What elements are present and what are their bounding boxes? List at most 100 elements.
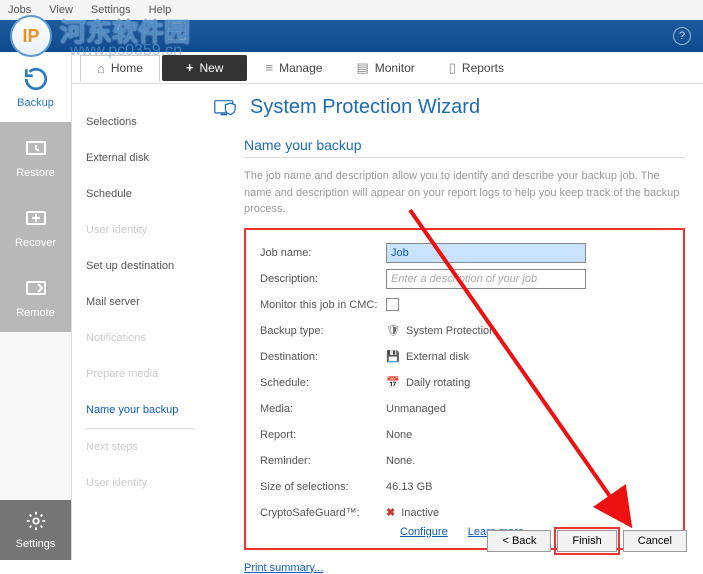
step-user-identity-2: User identity bbox=[86, 465, 202, 501]
media-value: Unmanaged bbox=[386, 403, 446, 415]
tab-new[interactable]: + New bbox=[162, 55, 248, 81]
step-notifications: Notifications bbox=[86, 320, 202, 356]
tab-reports[interactable]: ▯ Reports bbox=[433, 55, 520, 81]
reminder-value: None. bbox=[386, 455, 415, 467]
app-header: ? bbox=[0, 20, 703, 52]
row-report: Report: None bbox=[260, 422, 669, 448]
size-label: Size of selections: bbox=[260, 481, 386, 493]
monitor-label: Monitor this job in CMC: bbox=[260, 299, 386, 311]
top-tabs: ⌂ Home + New ≡ Manage ▤ Monitor ▯ Report… bbox=[72, 52, 703, 84]
tab-manage-label: Manage bbox=[279, 61, 322, 75]
plus-icon: + bbox=[186, 60, 194, 75]
menu-view[interactable]: View bbox=[49, 4, 73, 16]
back-button[interactable]: < Back bbox=[487, 530, 551, 552]
step-next-steps: Next steps bbox=[86, 429, 202, 465]
step-mail-server[interactable]: Mail server bbox=[86, 284, 202, 320]
step-name-backup[interactable]: Name your backup bbox=[86, 392, 194, 429]
description-label: Description: bbox=[260, 273, 386, 285]
summary-box: Job name: Description: Monitor this job … bbox=[244, 228, 685, 550]
schedule-value: Daily rotating bbox=[406, 377, 470, 389]
wizard-title-text: System Protection Wizard bbox=[250, 96, 480, 119]
menu-help[interactable]: Help bbox=[149, 4, 172, 16]
schedule-label: Schedule: bbox=[260, 377, 386, 389]
wizard-content: System Protection Wizard Name your backu… bbox=[202, 84, 703, 560]
row-backuptype: Backup type: 🛡 System Protection bbox=[260, 318, 669, 344]
watermark-logo: IP bbox=[10, 15, 52, 57]
main-area: Selections External disk Schedule User i… bbox=[72, 84, 703, 560]
monitor-checkbox[interactable] bbox=[386, 298, 399, 311]
destination-label: Destination: bbox=[260, 351, 386, 363]
report-label: Report: bbox=[260, 429, 386, 441]
description-input[interactable] bbox=[386, 269, 586, 289]
cancel-button[interactable]: Cancel bbox=[623, 530, 687, 552]
help-icon[interactable]: ? bbox=[673, 27, 691, 45]
x-icon: ✖ bbox=[386, 506, 395, 519]
step-schedule[interactable]: Schedule bbox=[86, 176, 202, 212]
tab-reports-label: Reports bbox=[462, 61, 504, 75]
csg-label: CryptoSafeGuard™: bbox=[260, 507, 386, 519]
reminder-label: Reminder: bbox=[260, 455, 386, 467]
tab-monitor[interactable]: ▤ Monitor bbox=[340, 55, 430, 81]
calendar-icon: 📅 bbox=[386, 376, 400, 390]
tab-monitor-label: Monitor bbox=[375, 61, 415, 75]
tab-new-label: New bbox=[199, 61, 223, 75]
list-icon: ≡ bbox=[265, 60, 273, 75]
tab-home[interactable]: ⌂ Home bbox=[80, 55, 160, 81]
row-description: Description: bbox=[260, 266, 669, 292]
row-media: Media: Unmanaged bbox=[260, 396, 669, 422]
wizard-title: System Protection Wizard bbox=[214, 96, 685, 119]
restore-icon bbox=[22, 135, 50, 163]
remote-icon bbox=[22, 275, 50, 303]
sidebar-label-backup: Backup bbox=[17, 97, 54, 109]
row-schedule: Schedule: 📅 Daily rotating bbox=[260, 370, 669, 396]
menu-settings[interactable]: Settings bbox=[91, 4, 131, 16]
row-csg: CryptoSafeGuard™: ✖ Inactive bbox=[260, 500, 669, 526]
csg-value: Inactive bbox=[401, 507, 439, 519]
left-sidebar: Backup Restore Recover Remote Settings bbox=[0, 52, 72, 560]
sidebar-item-restore[interactable]: Restore bbox=[0, 122, 71, 192]
wizard-footer: < Back Finish Cancel bbox=[487, 530, 687, 552]
row-reminder: Reminder: None. bbox=[260, 448, 669, 474]
tab-manage[interactable]: ≡ Manage bbox=[249, 55, 338, 81]
row-destination: Destination: 💾 External disk bbox=[260, 344, 669, 370]
backup-icon bbox=[22, 65, 50, 93]
backuptype-label: Backup type: bbox=[260, 325, 386, 337]
recover-icon bbox=[22, 205, 50, 233]
finish-button[interactable]: Finish bbox=[557, 530, 616, 552]
backuptype-value: System Protection bbox=[406, 325, 495, 337]
shield-icon: 🛡 bbox=[386, 324, 400, 338]
shield-monitor-icon bbox=[214, 97, 240, 119]
disk-icon: 💾 bbox=[386, 350, 400, 364]
print-summary: Print summary... bbox=[244, 562, 685, 574]
section-heading: Name your backup bbox=[244, 137, 685, 158]
wizard-steps: Selections External disk Schedule User i… bbox=[72, 84, 202, 560]
sidebar-label-recover: Recover bbox=[15, 237, 56, 249]
sidebar-item-backup[interactable]: Backup bbox=[0, 52, 71, 122]
print-summary-link[interactable]: Print summary... bbox=[244, 562, 323, 574]
section-description: The job name and description allow you t… bbox=[244, 168, 685, 218]
row-jobname: Job name: bbox=[260, 240, 669, 266]
sidebar-item-recover[interactable]: Recover bbox=[0, 192, 71, 262]
sidebar-item-settings[interactable]: Settings bbox=[0, 500, 71, 560]
sidebar-label-restore: Restore bbox=[16, 167, 55, 179]
chart-icon: ▤ bbox=[356, 60, 368, 76]
destination-value: External disk bbox=[406, 351, 469, 363]
step-user-identity: User identity bbox=[86, 212, 202, 248]
sidebar-item-remote[interactable]: Remote bbox=[0, 262, 71, 332]
menu-bar: Jobs View Settings Help bbox=[0, 0, 703, 20]
jobname-label: Job name: bbox=[260, 247, 386, 259]
configure-link[interactable]: Configure bbox=[400, 526, 448, 538]
step-setup-destination[interactable]: Set up destination bbox=[86, 248, 202, 284]
step-external-disk[interactable]: External disk bbox=[86, 140, 202, 176]
report-value: None bbox=[386, 429, 412, 441]
sidebar-label-settings: Settings bbox=[16, 538, 56, 550]
home-icon: ⌂ bbox=[97, 61, 105, 76]
row-size: Size of selections: 46.13 GB bbox=[260, 474, 669, 500]
sidebar-label-remote: Remote bbox=[16, 307, 55, 319]
step-prepare-media: Prepare media bbox=[86, 356, 202, 392]
tab-home-label: Home bbox=[111, 61, 143, 75]
step-selections[interactable]: Selections bbox=[86, 104, 202, 140]
gear-icon bbox=[25, 510, 47, 535]
media-label: Media: bbox=[260, 403, 386, 415]
jobname-input[interactable] bbox=[386, 243, 586, 263]
